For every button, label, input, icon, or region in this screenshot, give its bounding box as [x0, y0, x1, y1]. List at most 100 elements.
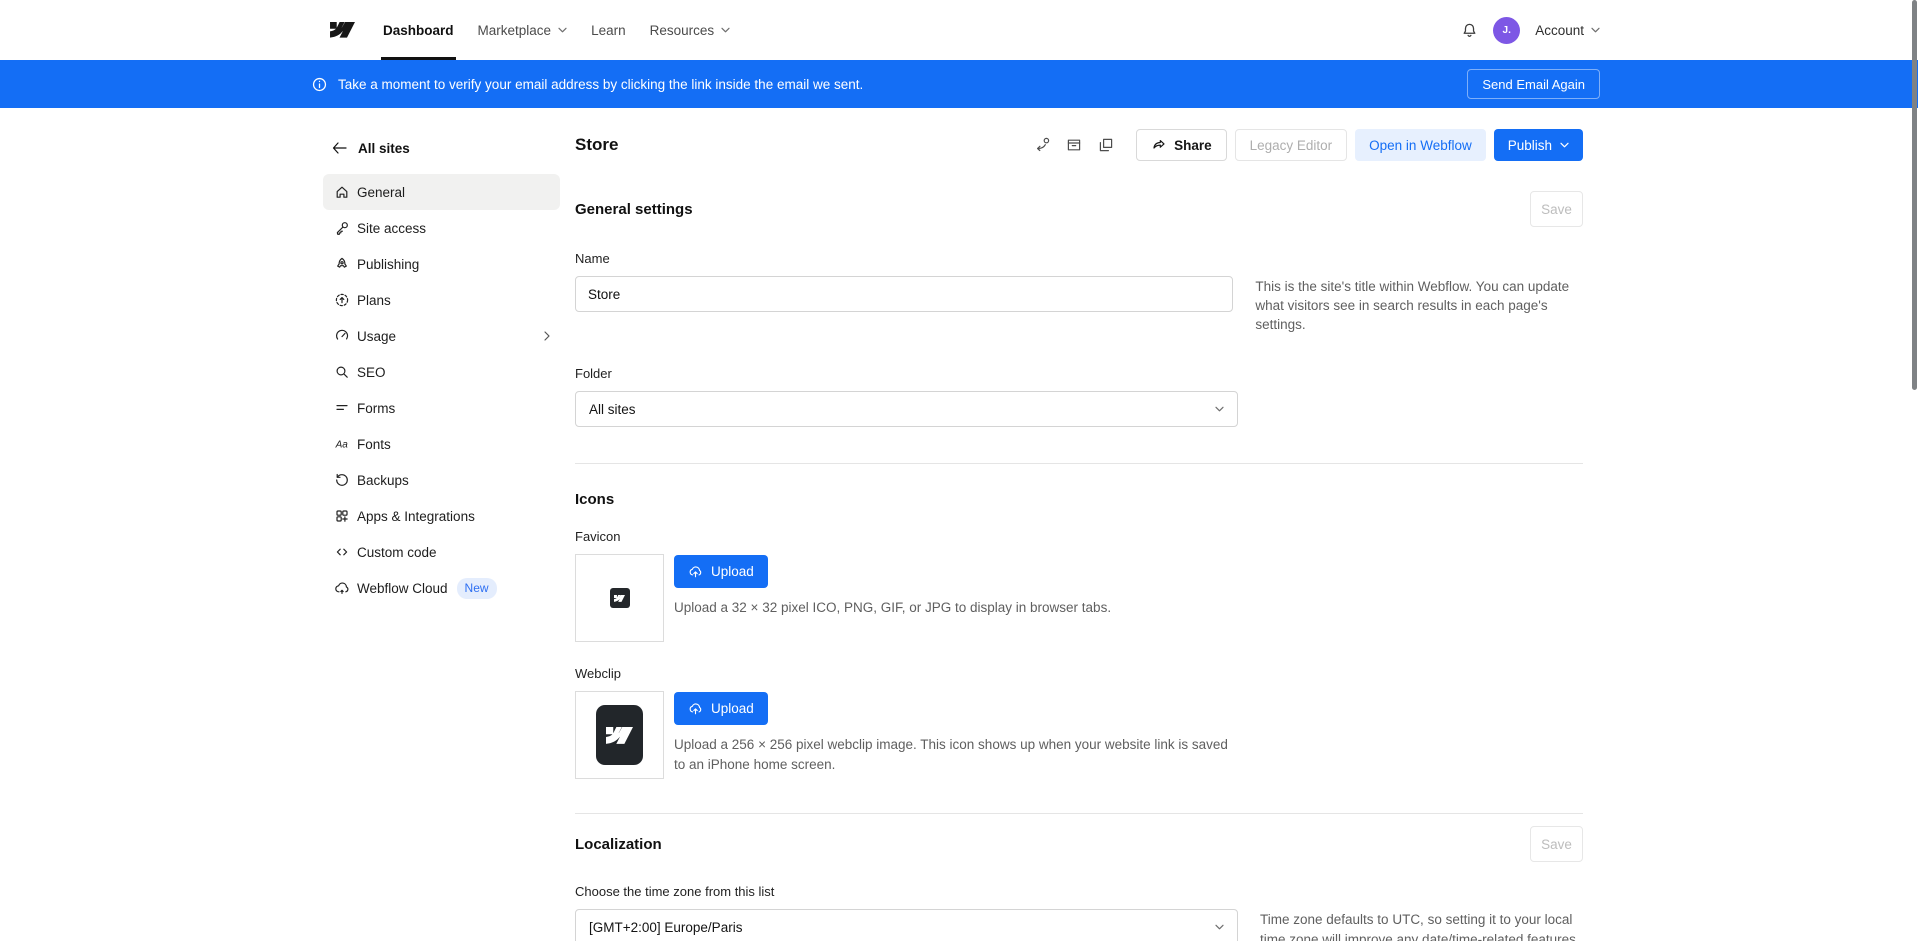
- timezone-selected-value: [GMT+2:00] Europe/Paris: [589, 920, 742, 935]
- upload-icon: [688, 701, 703, 716]
- folder-label: Folder: [575, 366, 1583, 381]
- section-divider: [575, 463, 1583, 464]
- home-icon: [333, 184, 350, 201]
- general-settings-heading: General settings: [575, 201, 693, 218]
- back-label: All sites: [358, 141, 410, 156]
- share-arrow-icon: [1151, 139, 1166, 152]
- code-icon: [333, 544, 350, 561]
- open-in-webflow-button[interactable]: Open in Webflow: [1355, 129, 1486, 161]
- sidebar-item-label: Fonts: [357, 437, 391, 452]
- nav-label: Dashboard: [383, 23, 454, 38]
- chevron-down-icon: [1215, 406, 1224, 412]
- name-help-text: This is the site's title within Webflow.…: [1255, 277, 1583, 334]
- folder-select[interactable]: All sites: [575, 391, 1238, 427]
- chevron-down-icon: [1560, 142, 1569, 148]
- icons-heading: Icons: [575, 491, 614, 508]
- section-divider: [575, 813, 1583, 814]
- sidebar-item-backups[interactable]: Backups: [323, 462, 560, 498]
- send-email-again-button[interactable]: Send Email Again: [1467, 69, 1600, 99]
- notifications-bell-icon[interactable]: [1461, 22, 1478, 39]
- account-menu[interactable]: Account: [1535, 23, 1600, 38]
- duplicate-icon[interactable]: [1092, 132, 1119, 159]
- share-label: Share: [1174, 138, 1212, 153]
- nav-item-dashboard[interactable]: Dashboard: [371, 0, 466, 60]
- sidebar-item-label: Publishing: [357, 257, 419, 272]
- favicon-help-text: Upload a 32 × 32 pixel ICO, PNG, GIF, or…: [674, 598, 1111, 618]
- avatar[interactable]: J.: [1493, 17, 1520, 44]
- sidebar-item-label: Site access: [357, 221, 426, 236]
- webclip-image: [596, 705, 643, 765]
- nav-item-learn[interactable]: Learn: [579, 0, 638, 60]
- cloud-icon: [333, 580, 350, 597]
- timezone-help-text: Time zone defaults to UTC, so setting it…: [1260, 910, 1583, 941]
- chevron-down-icon: [721, 27, 730, 33]
- sidebar-item-forms[interactable]: Forms: [323, 390, 560, 426]
- nav-item-marketplace[interactable]: Marketplace: [466, 0, 580, 60]
- sidebar-item-apps-integrations[interactable]: Apps & Integrations: [323, 498, 560, 534]
- account-label: Account: [1535, 23, 1584, 38]
- sidebar-item-webflow-cloud[interactable]: Webflow Cloud New: [323, 570, 560, 606]
- nav-item-resources[interactable]: Resources: [638, 0, 743, 60]
- info-icon: [311, 76, 328, 93]
- sidebar-item-usage[interactable]: Usage: [323, 318, 560, 354]
- archive-icon[interactable]: [1060, 132, 1087, 159]
- webclip-help-text: Upload a 256 × 256 pixel webclip image. …: [674, 735, 1236, 774]
- webflow-logo-icon[interactable]: [330, 22, 355, 38]
- settings-sidebar: All sites General Site access Publishing…: [323, 108, 560, 941]
- sidebar-item-custom-code[interactable]: Custom code: [323, 534, 560, 570]
- upload-icon: [688, 564, 703, 579]
- sidebar-item-site-access[interactable]: Site access: [323, 210, 560, 246]
- localization-save-button[interactable]: Save: [1530, 826, 1583, 862]
- localization-heading: Localization: [575, 836, 662, 853]
- primary-nav: Dashboard Marketplace Learn Resources: [371, 0, 742, 60]
- sidebar-item-label: Apps & Integrations: [357, 509, 475, 524]
- banner-message: Take a moment to verify your email addre…: [338, 77, 863, 92]
- new-badge: New: [457, 578, 497, 599]
- top-navbar: Dashboard Marketplace Learn Resources J.…: [0, 0, 1918, 60]
- sidebar-item-label: Backups: [357, 473, 409, 488]
- sidebar-item-label: General: [357, 185, 405, 200]
- sidebar-item-plans[interactable]: Plans: [323, 282, 560, 318]
- chevron-down-icon: [558, 27, 567, 33]
- back-to-all-sites[interactable]: All sites: [323, 138, 560, 158]
- upload-label: Upload: [711, 564, 754, 579]
- rocket-icon: [333, 256, 350, 273]
- transfer-site-icon[interactable]: [1028, 132, 1055, 159]
- site-settings-main: Store Share Legacy Edit: [575, 108, 1583, 941]
- sidebar-item-general[interactable]: General: [323, 174, 560, 210]
- fonts-icon: Aa: [333, 436, 350, 453]
- key-icon: [333, 220, 350, 237]
- favicon-label: Favicon: [575, 529, 1583, 544]
- legacy-editor-button[interactable]: Legacy Editor: [1235, 129, 1348, 161]
- back-arrow-icon: [332, 142, 347, 154]
- sidebar-item-label: Forms: [357, 401, 395, 416]
- history-icon: [333, 472, 350, 489]
- upgrade-circle-icon: [333, 292, 350, 309]
- sidebar-item-label: Custom code: [357, 545, 437, 560]
- page-title: Store: [575, 135, 618, 155]
- sidebar-item-seo[interactable]: SEO: [323, 354, 560, 390]
- scrollbar[interactable]: [1912, 0, 1917, 390]
- sidebar-item-fonts[interactable]: Aa Fonts: [323, 426, 560, 462]
- publish-button[interactable]: Publish: [1494, 129, 1583, 161]
- sidebar-item-publishing[interactable]: Publishing: [323, 246, 560, 282]
- email-verify-banner: Take a moment to verify your email addre…: [0, 60, 1918, 108]
- timezone-select[interactable]: [GMT+2:00] Europe/Paris: [575, 909, 1238, 941]
- general-save-button[interactable]: Save: [1530, 191, 1583, 227]
- webclip-label: Webclip: [575, 666, 1583, 681]
- search-icon: [333, 364, 350, 381]
- webclip-upload-button[interactable]: Upload: [674, 692, 768, 725]
- folder-selected-value: All sites: [589, 402, 636, 417]
- svg-text:Aa: Aa: [334, 440, 348, 451]
- share-button[interactable]: Share: [1136, 129, 1227, 161]
- nav-label: Marketplace: [478, 23, 552, 38]
- nav-label: Resources: [650, 23, 715, 38]
- site-name-input[interactable]: [575, 276, 1233, 312]
- sidebar-item-label: Usage: [357, 329, 396, 344]
- publish-label: Publish: [1508, 138, 1552, 153]
- favicon-image: [610, 588, 630, 608]
- nav-label: Learn: [591, 23, 626, 38]
- favicon-upload-button[interactable]: Upload: [674, 555, 768, 588]
- sidebar-item-label: SEO: [357, 365, 386, 380]
- apps-icon: [333, 508, 350, 525]
